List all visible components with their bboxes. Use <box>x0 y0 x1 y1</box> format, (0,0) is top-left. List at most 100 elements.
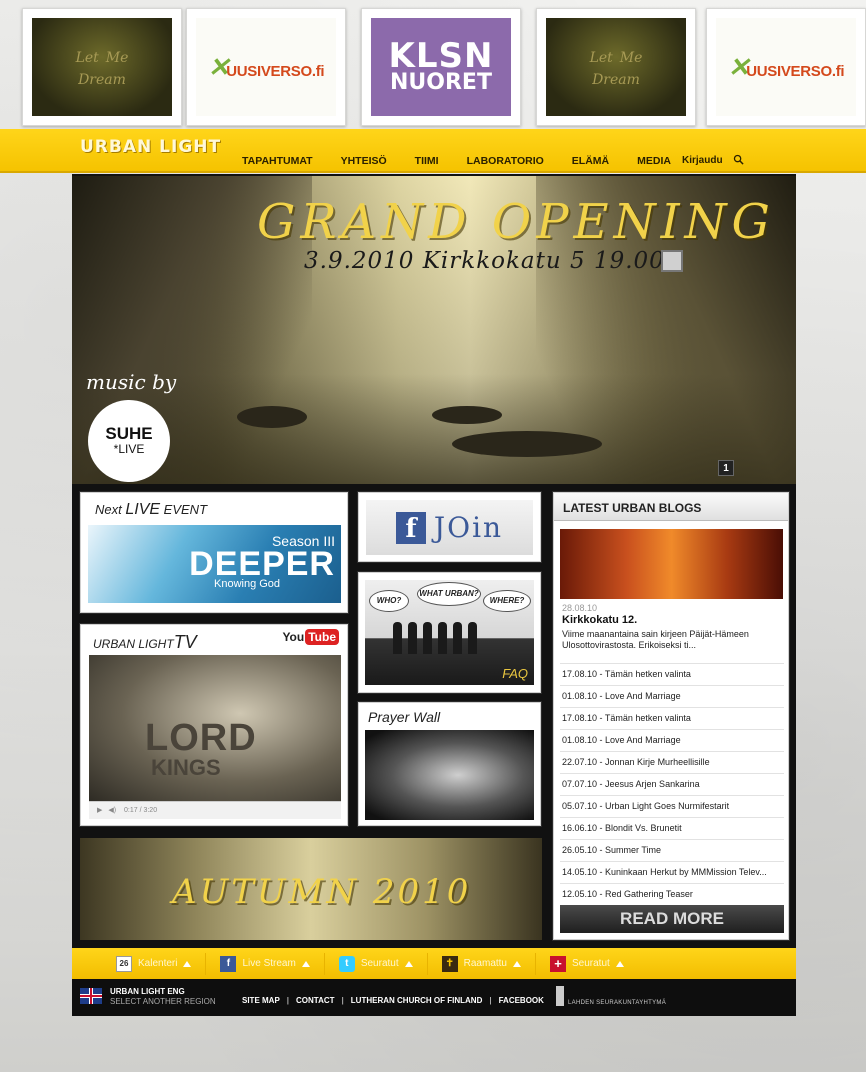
youtube-text: Tube <box>305 629 339 645</box>
blog-list-item[interactable]: 14.05.10 - Kuninkaan Herkut by MMMission… <box>560 861 784 883</box>
banner-text: Let <box>75 50 99 66</box>
next-live-event-card[interactable]: Next LIVE EVENT Season III DEEPER Knowin… <box>80 492 348 613</box>
select-region-link[interactable]: SELECT ANOTHER REGION <box>110 997 216 1006</box>
footer-link-facebook[interactable]: FACEBOOK <box>499 996 544 1005</box>
prayer-wall-card[interactable]: Prayer Wall <box>358 702 541 826</box>
blog-list-item[interactable]: 01.08.10 - Love And Marriage <box>560 685 784 707</box>
blog-list-item[interactable]: 16.06.10 - Blondit Vs. Brunetit <box>560 817 784 839</box>
nav-item-elama[interactable]: ELÄMÄ <box>572 155 609 167</box>
prayer-wall-image[interactable] <box>365 730 534 820</box>
faq-card[interactable]: WHO? WHAT URBAN? WHERE? FAQ <box>358 572 541 693</box>
blog-feature-date: 28.08.10 <box>562 603 598 613</box>
faq-banner[interactable]: WHO? WHAT URBAN? WHERE? FAQ <box>365 580 534 685</box>
read-more-button[interactable]: READ MORE <box>560 905 784 933</box>
banner-let-me-dream[interactable]: Let Me Dream <box>22 8 182 126</box>
blog-list-item[interactable]: 22.07.10 - Jonnan Kirje Murheellisille <box>560 751 784 773</box>
nav-item-media[interactable]: MEDIA <box>637 155 671 167</box>
blog-list-item[interactable]: 17.08.10 - Tämän hetken valinta <box>560 707 784 729</box>
banner-text: NUORET <box>390 70 492 95</box>
facebook-join-card[interactable]: f JOin <box>358 492 541 562</box>
banner-text: KLSN <box>388 36 494 76</box>
blogs-heading: LATEST URBAN BLOGS <box>554 493 788 521</box>
toolbar-live-stream[interactable]: f Live Stream <box>220 955 310 972</box>
footer: URBAN LIGHT ENG SELECT ANOTHER REGION SI… <box>72 979 796 1016</box>
autumn-2010-banner[interactable]: AUTUMN 2010 <box>80 838 542 940</box>
church-icon <box>556 986 564 1006</box>
blog-list-item[interactable]: 05.07.10 - Urban Light Goes Nurmifestari… <box>560 795 784 817</box>
badge-subtitle: *LIVE <box>113 442 145 456</box>
blog-feature-excerpt: Viime maanantaina sain kirjeen Päijät-Hä… <box>562 629 749 650</box>
main-content: GRAND OPENING 3.9.2010 Kirkkokatu 5 19.0… <box>72 174 796 948</box>
blog-list-item[interactable]: 07.07.10 - Jeesus Arjen Sankarina <box>560 773 784 795</box>
cross-icon: + <box>550 955 566 972</box>
slide-indicator[interactable]: 1 <box>718 460 734 476</box>
banner-text: UUSIVERSO.fi <box>746 62 845 80</box>
video-player[interactable]: LORD KINGS <box>89 655 341 801</box>
login-link[interactable]: Kirjaudu <box>682 155 723 166</box>
next-event-banner[interactable]: Season III DEEPER Knowing God <box>88 525 341 603</box>
blog-list-item[interactable]: 01.08.10 - Love And Marriage <box>560 729 784 751</box>
calendar-icon: 26 <box>116 955 132 972</box>
play-icon[interactable]: ▶ <box>97 807 102 814</box>
people-silhouettes <box>393 620 503 654</box>
hero-subtitle: 3.9.2010 Kirkkokatu 5 19.00 <box>304 248 665 274</box>
suhe-live-badge[interactable]: SUHE *LIVE <box>88 400 170 482</box>
toolbar-label: Seuratut <box>572 958 610 969</box>
toolbar-divider <box>426 952 428 975</box>
hero-slider[interactable]: GRAND OPENING 3.9.2010 Kirkkokatu 5 19.0… <box>72 176 796 484</box>
banner-uusiverso[interactable]: ✕UUSIVERSO.fi <box>706 8 866 126</box>
banner-klsn-nuoret[interactable]: KLSN NUORET <box>361 8 521 126</box>
toolbar-bible[interactable]: ✝ Raamattu <box>441 955 521 972</box>
site-logo[interactable]: URBAN LIGHT <box>80 137 221 157</box>
toolbar-twitter-follow[interactable]: t Seuratut <box>338 955 413 972</box>
header-bar: URBAN LIGHT TAPAHTUMAT YHTEISÖ TIIMI LAB… <box>0 129 866 173</box>
expand-up-icon <box>301 960 310 967</box>
footer-separator: | <box>489 996 492 1005</box>
footer-links: SITE MAP | CONTACT | LUTHERAN CHURCH OF … <box>242 996 544 1005</box>
join-text: JOin <box>433 511 504 544</box>
expand-up-icon <box>615 960 624 967</box>
main-nav: TAPAHTUMAT YHTEISÖ TIIMI LABORATORIO ELÄ… <box>242 155 699 167</box>
nav-item-yhteiso[interactable]: YHTEISÖ <box>341 155 387 167</box>
tv-heading: URBAN LIGHTTV <box>93 632 197 653</box>
blog-list-item[interactable]: 12.05.10 - Red Gathering Teaser <box>560 883 784 905</box>
partner-banners: Let Me Dream ✕UUSIVERSO.fi KLSN NUORET Let… <box>0 8 866 126</box>
nav-item-laboratorio[interactable]: LABORATORIO <box>467 155 544 167</box>
banner-text: Dream <box>78 72 126 88</box>
volume-icon[interactable]: ◀) <box>108 807 116 814</box>
toolbar-divider <box>535 952 536 975</box>
hero-thumbnail[interactable] <box>661 250 683 272</box>
next-event-heading: Next LIVE EVENT <box>95 501 207 519</box>
footer-link-contact[interactable]: CONTACT <box>296 996 335 1005</box>
video-time: 0:17 / 3:20 <box>124 807 158 814</box>
footer-separator: | <box>286 996 290 1005</box>
youtube-logo-icon[interactable]: You Tube <box>282 629 339 645</box>
toolbar-label: Kalenteri <box>138 958 178 969</box>
toolbar-divider <box>323 952 325 975</box>
toolbar-follow[interactable]: + Seuratut <box>550 955 624 972</box>
lahden-seurakuntayhtyma-logo[interactable]: LAHDEN SEURAKUNTAYHTYMÄ <box>556 986 666 1006</box>
search-icon[interactable] <box>733 154 744 165</box>
blog-list-item[interactable]: 26.05.10 - Summer Time <box>560 839 784 861</box>
heading-text: URBAN LIGHT <box>93 637 174 651</box>
banner-uusiverso[interactable]: ✕UUSIVERSO.fi <box>186 8 346 126</box>
footer-separator: | <box>341 996 344 1005</box>
uk-flag-icon[interactable] <box>80 988 102 1004</box>
banner-text: Dream <box>592 72 640 88</box>
blog-list-item[interactable]: 17.08.10 - Tämän hetken valinta <box>560 663 784 685</box>
nav-item-tiimi[interactable]: TIIMI <box>415 155 439 167</box>
video-controls[interactable]: ▶ ◀) 0:17 / 3:20 <box>89 801 341 819</box>
toolbar-calendar[interactable]: 26 Kalenteri <box>116 955 192 972</box>
badge-title: SUHE <box>105 424 153 443</box>
nav-item-tapahtumat[interactable]: TAPAHTUMAT <box>242 155 313 167</box>
blog-feature-image[interactable] <box>560 529 783 599</box>
footer-link-site-map[interactable]: SITE MAP <box>242 996 280 1005</box>
speech-bubble: WHAT URBAN? <box>417 582 481 606</box>
hero-decoration <box>237 406 307 428</box>
footer-link-lutheran-church[interactable]: LUTHERAN CHURCH OF FINLAND <box>351 996 483 1005</box>
blog-feature-title[interactable]: Kirkkokatu 12. <box>562 614 637 626</box>
facebook-join-banner[interactable]: f JOin <box>366 500 533 555</box>
banner-let-me-dream[interactable]: Let Me Dream <box>536 8 696 126</box>
region-title[interactable]: URBAN LIGHT ENG <box>110 987 185 996</box>
heading-text: TV <box>173 632 197 652</box>
